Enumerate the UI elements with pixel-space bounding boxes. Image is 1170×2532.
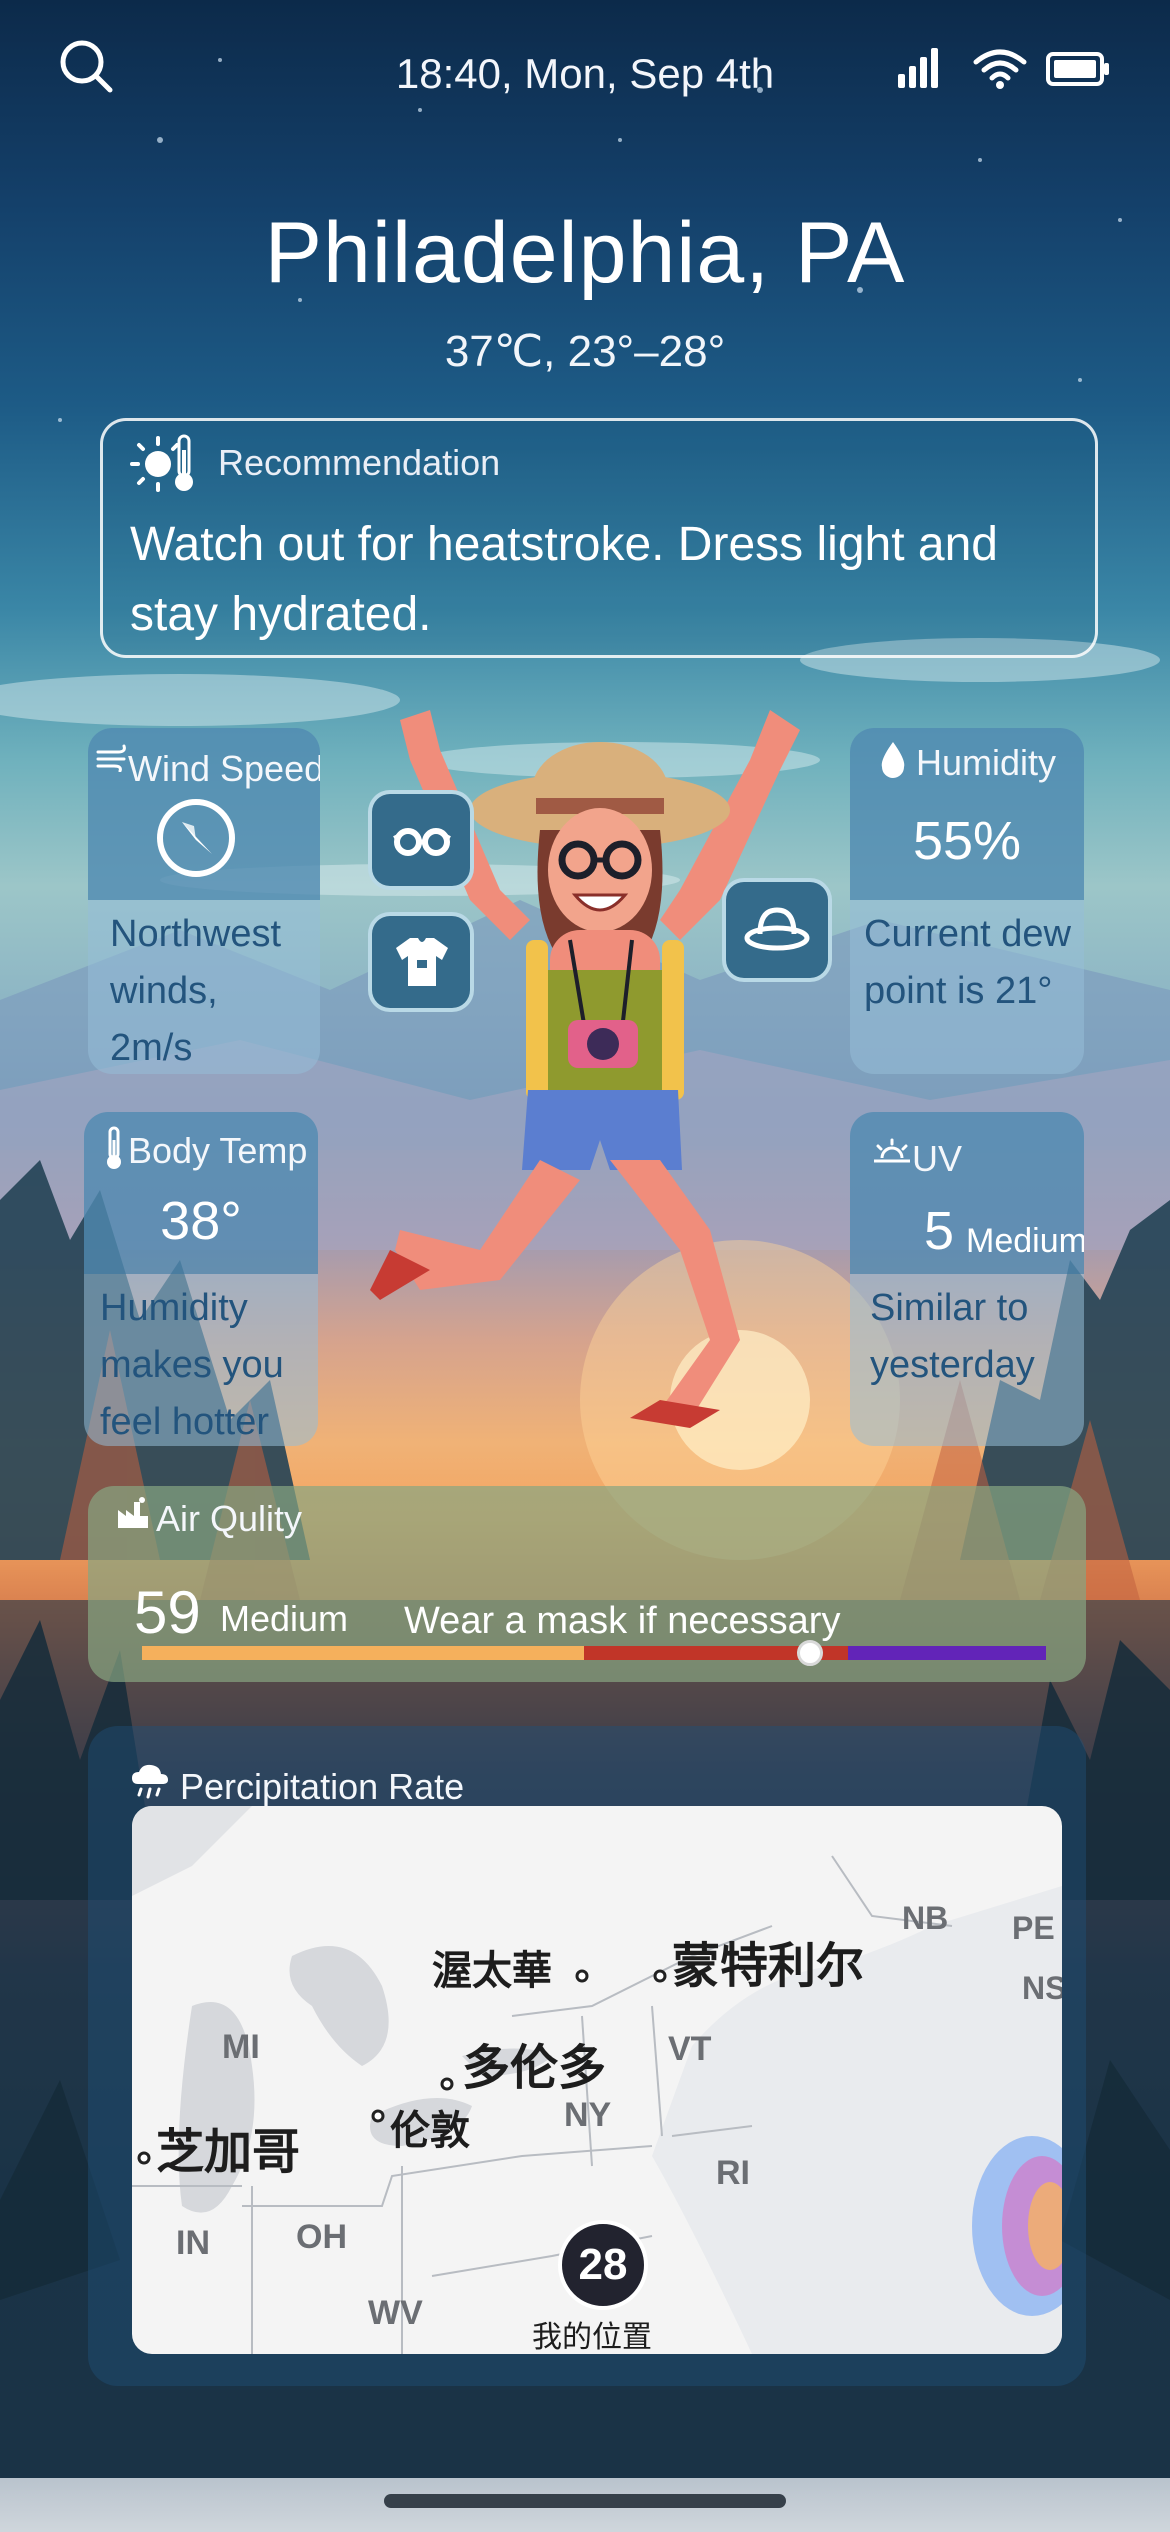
map-label-nb: NB <box>902 1900 949 1936</box>
map-label-ny: NY <box>564 2096 612 2134</box>
uv-description: Similar to yesterday <box>870 1287 1035 1386</box>
signal-icon <box>898 48 938 88</box>
humidity-description: Current dew point is 21° <box>864 913 1071 1012</box>
uv-card[interactable]: UV 5 Medium Similar to yesterday <box>850 1112 1084 1446</box>
hat-button[interactable] <box>722 878 832 982</box>
map-label-ottawa: 渥太華 <box>432 1949 552 1993</box>
uv-title: UV <box>912 1138 963 1179</box>
glasses-button[interactable] <box>368 790 474 890</box>
humidity-value: 55% <box>912 811 1022 871</box>
aq-scale-good <box>142 1646 584 1660</box>
air-quality-scale <box>142 1640 1046 1666</box>
recommendation-text: Watch out for heatstroke. Dress light an… <box>130 518 998 641</box>
map-label-vt: VT <box>668 2030 712 2068</box>
map-label-toronto: 多伦多 <box>462 2042 607 2095</box>
aq-scale-unhealthy <box>848 1646 1046 1660</box>
temperature-range: 37℃, 23°–28° <box>444 327 726 376</box>
recommendation-title: Recommendation <box>218 442 501 483</box>
map-label-oh: OH <box>296 2218 347 2256</box>
air-quality-advice: Wear a mask if necessary <box>404 1600 841 1642</box>
my-location-label: 我的位置 <box>532 2321 652 2354</box>
body-temp-card[interactable]: Body Temp 38° Humidity makes you feel ho… <box>84 1112 318 1446</box>
sun-horizon-icon <box>874 1138 910 1163</box>
air-quality-value: 59 <box>134 1579 201 1646</box>
status-time: 18:40, Mon, Sep 4th <box>395 50 775 97</box>
humidity-card[interactable]: Humidity 55% Current dew point is 21° <box>850 728 1084 1074</box>
map-label-pe: PE <box>1012 1910 1055 1946</box>
shirt-icon <box>396 938 448 986</box>
precipitation-title: Percipitation Rate <box>180 1766 465 1807</box>
sun-thermometer-icon <box>130 434 193 492</box>
thermometer-icon <box>107 1126 121 1169</box>
map-label-ri: RI <box>716 2154 750 2192</box>
wifi-icon <box>973 49 1027 89</box>
hat-icon <box>744 907 810 951</box>
cloud-rain-icon <box>132 1764 168 1799</box>
uv-level: Medium <box>966 1222 1084 1260</box>
air-quality-level: Medium <box>220 1598 349 1639</box>
search-icon[interactable] <box>56 36 116 96</box>
droplet-icon <box>881 742 905 778</box>
battery-icon <box>1046 52 1109 86</box>
air-quality-indicator <box>797 1640 824 1666</box>
body-temp-value: 38° <box>160 1191 242 1251</box>
wind-title: Wind Speed <box>128 748 320 789</box>
shirt-button[interactable] <box>368 912 474 1012</box>
map-label-chicago: 芝加哥 <box>156 2126 301 2179</box>
map-label-mi: MI <box>222 2028 260 2066</box>
factory-icon <box>118 1497 148 1528</box>
wind-icon <box>96 744 126 772</box>
city-name: Philadelphia, PA <box>264 205 906 301</box>
map-label-london: 伦敦 <box>390 2109 470 2153</box>
home-indicator[interactable] <box>384 2494 786 2508</box>
glasses-icon <box>393 828 451 856</box>
humidity-title: Humidity <box>916 742 1057 783</box>
body-temp-title: Body Temp <box>128 1130 308 1171</box>
body-temp-description: Humidity makes you feel hotter <box>100 1287 284 1443</box>
air-quality-title: Air Qulity <box>156 1498 303 1539</box>
map-label-ns: NS <box>1022 1970 1062 2006</box>
precipitation-map[interactable]: 渥太華 蒙特利尔 多伦多 伦敦 芝加哥 NB PE NS MI VT NY RI… <box>132 1806 1062 2354</box>
map-label-wv: WV <box>368 2294 423 2332</box>
compass-icon <box>157 799 235 877</box>
map-label-in: IN <box>176 2224 210 2262</box>
my-location-marker[interactable]: 28 <box>558 2220 648 2310</box>
uv-value: 5 <box>924 1201 955 1261</box>
map-label-montreal: 蒙特利尔 <box>672 1940 865 1993</box>
wind-speed-card[interactable]: Wind Speed Northwest winds, 2m/s <box>88 728 320 1074</box>
wind-description: Northwest winds, 2m/s <box>110 913 282 1069</box>
